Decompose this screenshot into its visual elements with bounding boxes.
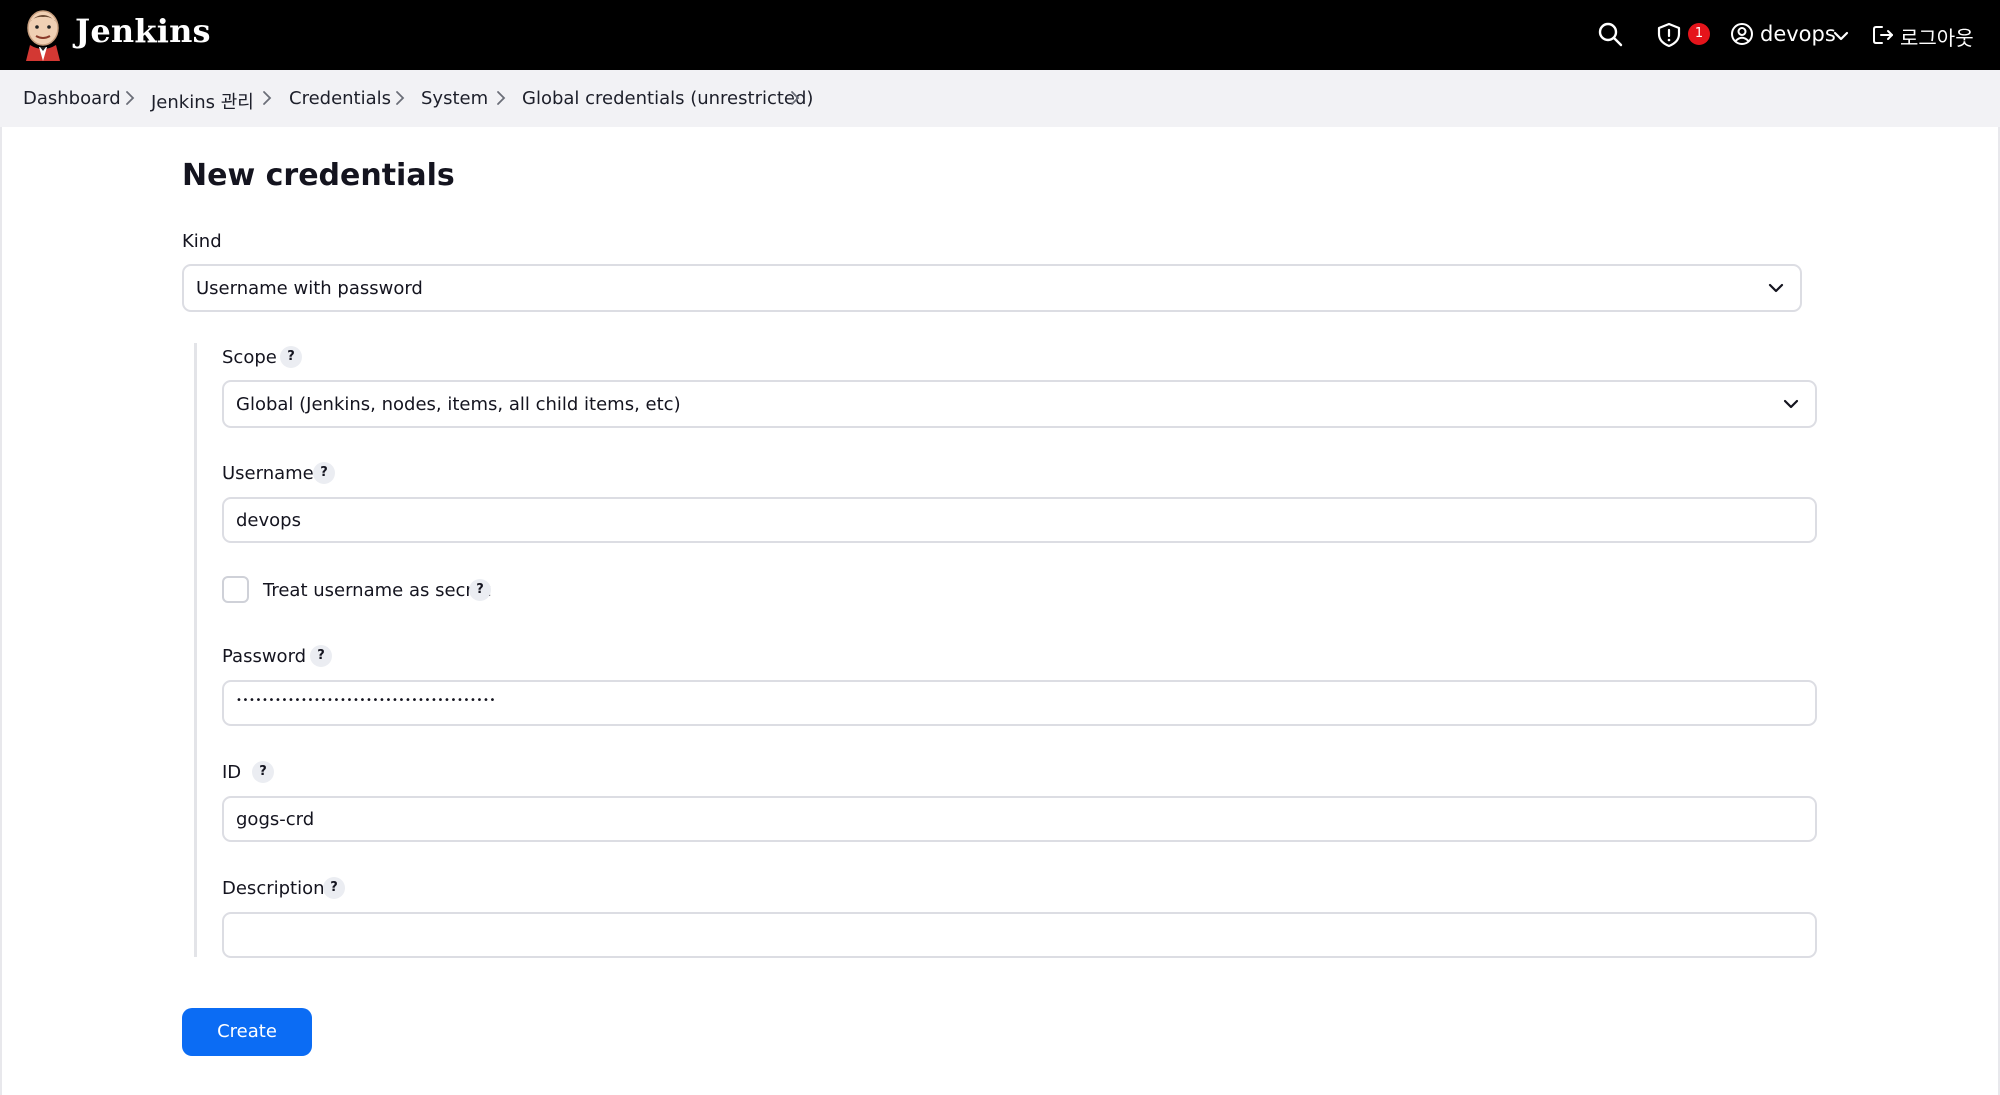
- breadcrumb-system[interactable]: System: [421, 88, 488, 109]
- id-label: ID: [222, 762, 242, 783]
- kind-select[interactable]: Username with password: [182, 264, 1802, 312]
- shield-icon: [1657, 22, 1681, 48]
- chevron-right-icon: [396, 91, 405, 105]
- scope-label: Scope: [222, 347, 277, 368]
- top-navigation-bar: Jenkins 1 devops 로그아웃: [0, 0, 2000, 70]
- page-title: New credentials: [182, 158, 455, 193]
- brand-title[interactable]: Jenkins: [75, 12, 211, 50]
- id-input-value: gogs-crd: [236, 809, 315, 830]
- kind-label: Kind: [182, 231, 222, 252]
- chevron-right-icon: [263, 91, 272, 105]
- jenkins-logo[interactable]: [22, 9, 64, 61]
- chevron-right-icon: [126, 91, 135, 105]
- password-help-button[interactable]: ?: [310, 645, 332, 667]
- logout-button[interactable]: [1871, 23, 1895, 51]
- description-input[interactable]: [222, 912, 1817, 958]
- user-circle-icon: [1731, 23, 1753, 45]
- page-border-left: [0, 127, 2, 1095]
- breadcrumb-global-credentials[interactable]: Global credentials (unrestricted): [522, 88, 813, 109]
- breadcrumb-credentials[interactable]: Credentials: [289, 88, 391, 109]
- kind-selected-value: Username with password: [196, 278, 423, 299]
- id-input[interactable]: gogs-crd: [222, 796, 1817, 842]
- description-label: Description: [222, 878, 325, 899]
- breadcrumb: Dashboard Jenkins 관리 Credentials System …: [0, 70, 2000, 127]
- breadcrumb-jenkins-manage[interactable]: Jenkins 관리: [151, 88, 254, 114]
- password-input[interactable]: ••••••••••••••••••••••••••••••••••••••••: [222, 680, 1817, 726]
- search-icon: [1598, 22, 1623, 47]
- scope-selected-value: Global (Jenkins, nodes, items, all child…: [236, 394, 681, 415]
- security-button[interactable]: [1656, 22, 1682, 52]
- chevron-down-icon: [1833, 31, 1849, 41]
- user-menu-avatar[interactable]: [1730, 22, 1754, 50]
- search-button[interactable]: [1597, 21, 1623, 51]
- logout-link[interactable]: 로그아웃: [1900, 22, 1974, 51]
- user-name-link[interactable]: devops: [1760, 22, 1836, 46]
- username-input[interactable]: devops: [222, 497, 1817, 543]
- scope-select[interactable]: Global (Jenkins, nodes, items, all child…: [222, 380, 1817, 428]
- treat-username-secret-label[interactable]: Treat username as secret: [263, 580, 491, 601]
- description-help-button[interactable]: ?: [323, 877, 345, 899]
- password-label: Password: [222, 646, 307, 667]
- jenkins-butler-logo-icon: [26, 10, 60, 61]
- id-help-button[interactable]: ?: [252, 761, 274, 783]
- logout-icon: [1873, 26, 1893, 44]
- username-input-value: devops: [236, 510, 301, 531]
- chevron-down-icon: [1783, 399, 1799, 409]
- user-menu-toggle[interactable]: [1833, 27, 1849, 46]
- breadcrumb-dashboard[interactable]: Dashboard: [23, 88, 121, 109]
- treat-username-secret-help-button[interactable]: ?: [469, 579, 491, 601]
- treat-username-secret-checkbox[interactable]: [222, 576, 249, 603]
- chevron-right-icon: [497, 91, 506, 105]
- chevron-down-icon: [1768, 283, 1784, 293]
- scope-help-button[interactable]: ?: [280, 346, 302, 368]
- username-label: Username: [222, 463, 314, 484]
- create-button[interactable]: Create: [182, 1008, 312, 1056]
- chevron-right-icon[interactable]: [789, 90, 801, 106]
- nested-section-indicator: [194, 343, 197, 957]
- username-help-button[interactable]: ?: [313, 462, 335, 484]
- security-alert-badge: 1: [1688, 23, 1710, 45]
- password-masked-value: ••••••••••••••••••••••••••••••••••••••••: [236, 695, 496, 706]
